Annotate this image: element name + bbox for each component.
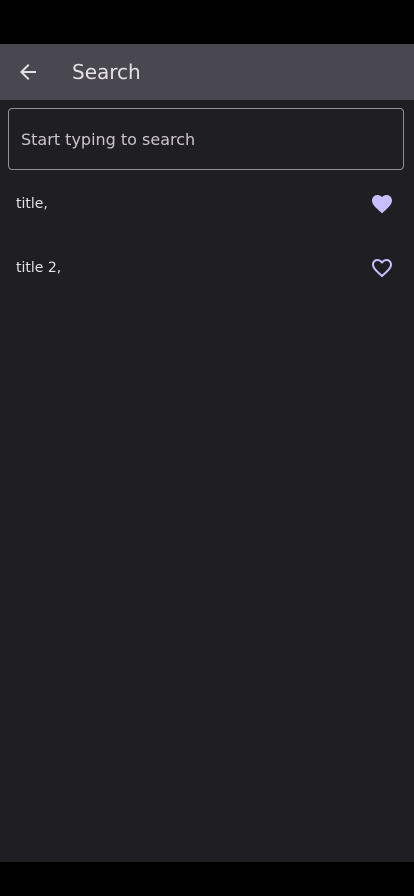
- results-list: title, title 2,: [0, 172, 414, 300]
- list-item[interactable]: title 2,: [0, 236, 414, 300]
- favorite-toggle-button[interactable]: [370, 192, 394, 216]
- list-item-title: title 2,: [16, 260, 62, 276]
- search-input[interactable]: [9, 109, 403, 169]
- favorite-toggle-button[interactable]: [370, 256, 394, 280]
- list-item[interactable]: title,: [0, 172, 414, 236]
- search-field[interactable]: [8, 108, 404, 170]
- screen: Search title, title 2,: [0, 0, 414, 896]
- arrow-left-icon: [20, 64, 36, 80]
- app-bar: Search: [0, 44, 414, 100]
- status-bar: [0, 0, 414, 44]
- heart-outline-icon: [372, 259, 392, 278]
- system-navigation-bar: [0, 862, 414, 896]
- page-title: Search: [72, 60, 141, 84]
- list-item-title: title,: [16, 196, 48, 212]
- app-surface: Search title, title 2,: [0, 44, 414, 862]
- back-button[interactable]: [8, 52, 48, 92]
- heart-filled-icon: [372, 195, 392, 214]
